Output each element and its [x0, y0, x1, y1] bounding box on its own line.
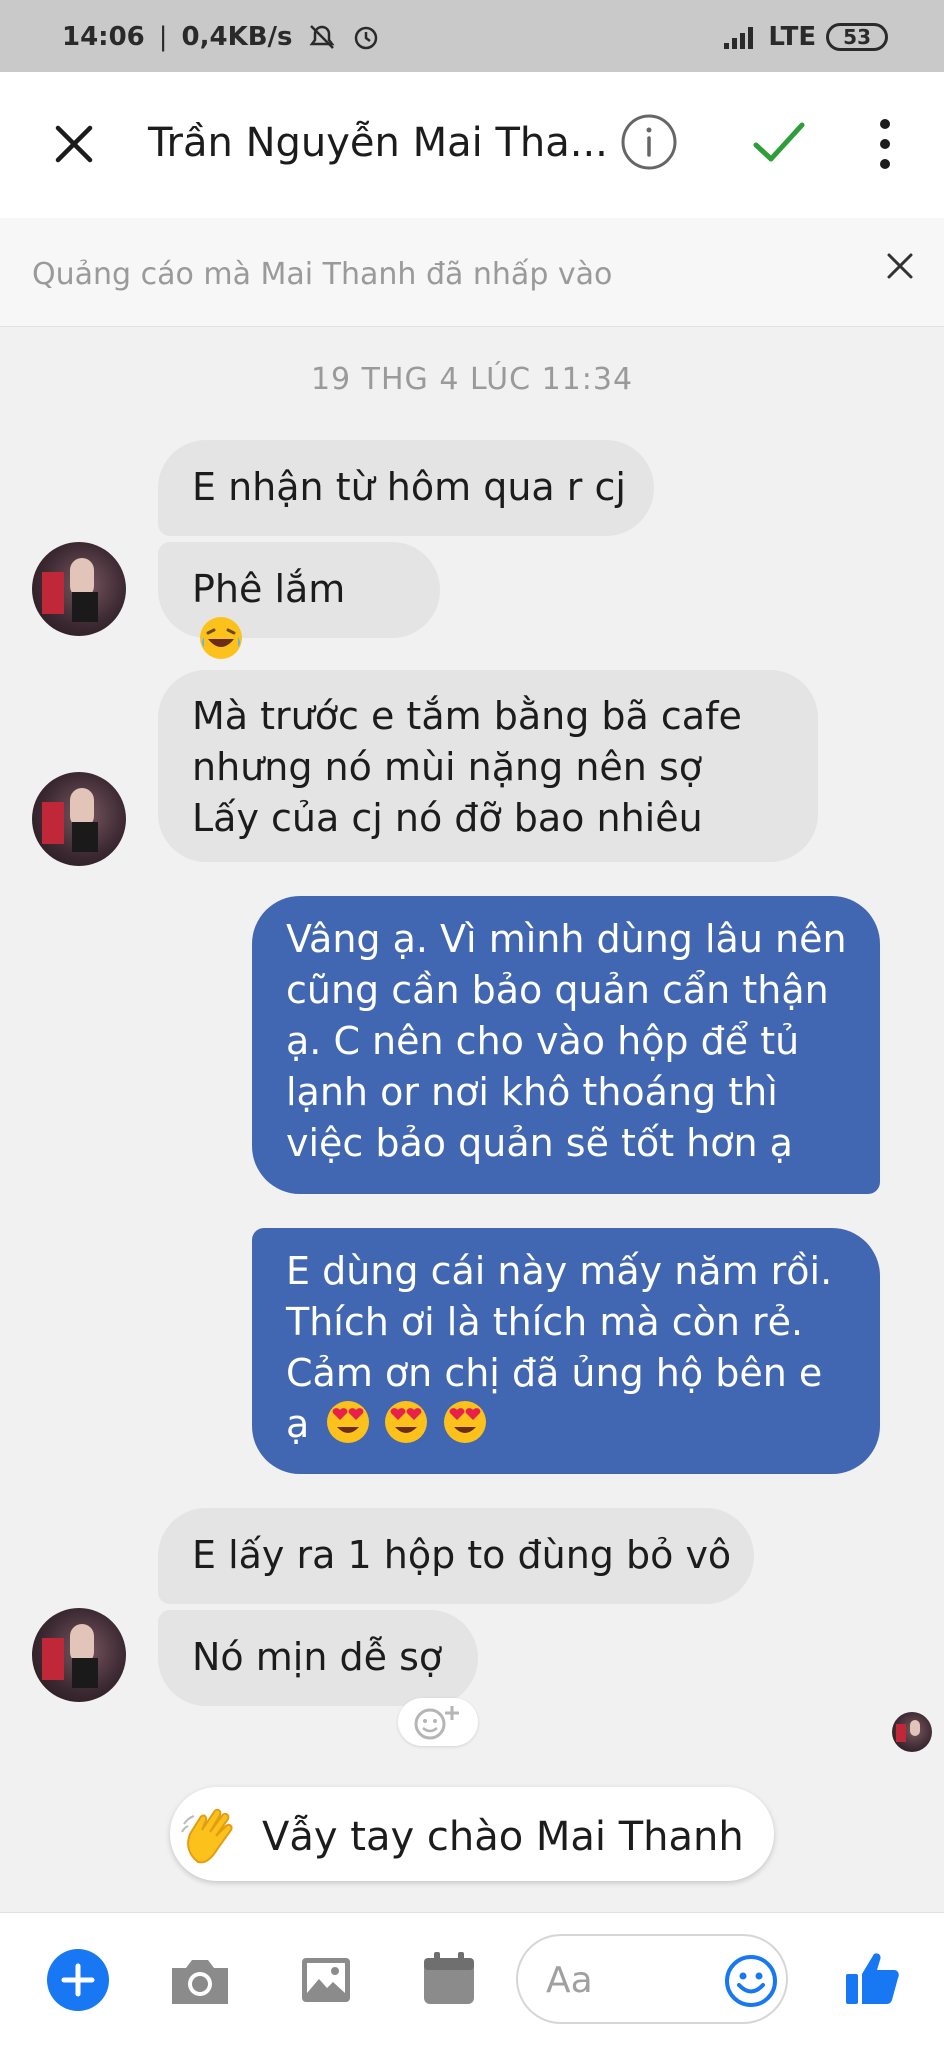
- add-reaction-button[interactable]: [398, 1698, 478, 1746]
- close-icon[interactable]: [48, 118, 100, 170]
- camera-icon[interactable]: [168, 1954, 232, 2006]
- message-bubble-incoming[interactable]: E nhận từ hôm qua r cj: [158, 440, 654, 536]
- avatar[interactable]: [32, 542, 126, 636]
- status-time: 14:06: [62, 22, 145, 52]
- mute-icon: [309, 25, 335, 49]
- message-line: E dùng cái này mấy năm rồi.: [286, 1249, 833, 1293]
- message-line: Vâng ạ. Vì mình dùng lâu nên: [286, 917, 847, 961]
- check-icon[interactable]: [748, 113, 808, 173]
- message-line: ạ: [286, 1399, 846, 1450]
- info-icon[interactable]: [620, 113, 678, 171]
- heart-eyes-emoji-icon: [443, 1401, 486, 1443]
- message-line: Nó mịn dễ sợ: [192, 1635, 443, 1679]
- more-vertical-icon[interactable]: [872, 116, 898, 172]
- calendar-icon[interactable]: [420, 1948, 478, 2008]
- message-line: E lấy ra 1 hộp to đùng bỏ vô: [192, 1533, 732, 1577]
- ad-banner-text: Quảng cáo mà Mai Thanh đã nhấp vào: [32, 257, 613, 292]
- image-icon[interactable]: [298, 1952, 354, 2008]
- message-bubble-outgoing[interactable]: Vâng ạ. Vì mình dùng lâu nên cũng cần bả…: [252, 896, 880, 1194]
- avatar[interactable]: [32, 772, 126, 866]
- message-bubble-incoming[interactable]: Mà trước e tắm bằng bã cafe nhưng nó mùi…: [158, 670, 818, 862]
- heart-eyes-emoji-icon: [385, 1401, 428, 1443]
- network-speed: 0,4KB/s: [181, 22, 293, 52]
- alarm-icon: [354, 26, 377, 50]
- date-separator: 19 THG 4 LÚC 11:34: [310, 362, 634, 397]
- network-type: LTE: [768, 22, 817, 52]
- message-line: lạnh or nơi khô thoáng thì: [286, 1070, 778, 1114]
- message-line: E nhận từ hôm qua r cj: [192, 465, 626, 509]
- avatar[interactable]: [32, 1608, 126, 1702]
- status-divider: |: [158, 22, 168, 52]
- message-bubble-incoming[interactable]: Phê lắm: [158, 542, 440, 659]
- status-right: LTE 53: [724, 22, 888, 52]
- message-line: Thích ơi là thích mà còn rẻ.: [286, 1300, 804, 1344]
- smiley-icon[interactable]: [724, 1954, 778, 2008]
- message-line: ạ. C nên cho vào hộp để tủ: [286, 1019, 800, 1063]
- message-bubble-incoming[interactable]: E lấy ra 1 hộp to đùng bỏ vô: [158, 1508, 754, 1604]
- message-line-text: ạ: [286, 1402, 310, 1446]
- contact-name[interactable]: Trần Nguyễn Mai Tha...: [148, 120, 608, 166]
- wave-label: Vẫy tay chào Mai Thanh: [262, 1814, 744, 1860]
- add-reaction-icon: [414, 1706, 459, 1740]
- message-line: Cảm ơn chị đã ủng hộ bên e: [286, 1351, 823, 1395]
- plus-icon[interactable]: [46, 1948, 110, 2012]
- message-bubble-incoming[interactable]: Nó mịn dễ sợ: [158, 1610, 478, 1706]
- message-line: nhưng nó mùi nặng nên sợ: [192, 745, 703, 789]
- laughing-emoji-icon: [200, 617, 242, 659]
- message-line: cũng cần bảo quản cẩn thận: [286, 968, 829, 1012]
- status-left: 14:06 | 0,4KB/s: [62, 22, 381, 52]
- wave-hand-icon: [181, 1808, 233, 1864]
- signal-icon: [724, 27, 754, 49]
- thumbs-up-icon[interactable]: [842, 1948, 902, 2008]
- message-line: Mà trước e tắm bằng bã cafe: [192, 694, 742, 738]
- message-input-placeholder: Aa: [546, 1960, 593, 2001]
- message-line: việc bảo quản sẽ tốt hơn ạ: [286, 1121, 793, 1165]
- message-bubble-outgoing[interactable]: E dùng cái này mấy năm rồi. Thích ơi là …: [252, 1228, 880, 1474]
- message-line: Phê lắm: [192, 567, 346, 611]
- seen-avatar: [892, 1712, 932, 1752]
- close-icon[interactable]: [882, 248, 918, 284]
- heart-eyes-emoji-icon: [327, 1401, 370, 1443]
- battery-indicator: 53: [826, 23, 888, 51]
- message-line: Lấy của cj nó đỡ bao nhiêu: [192, 796, 703, 840]
